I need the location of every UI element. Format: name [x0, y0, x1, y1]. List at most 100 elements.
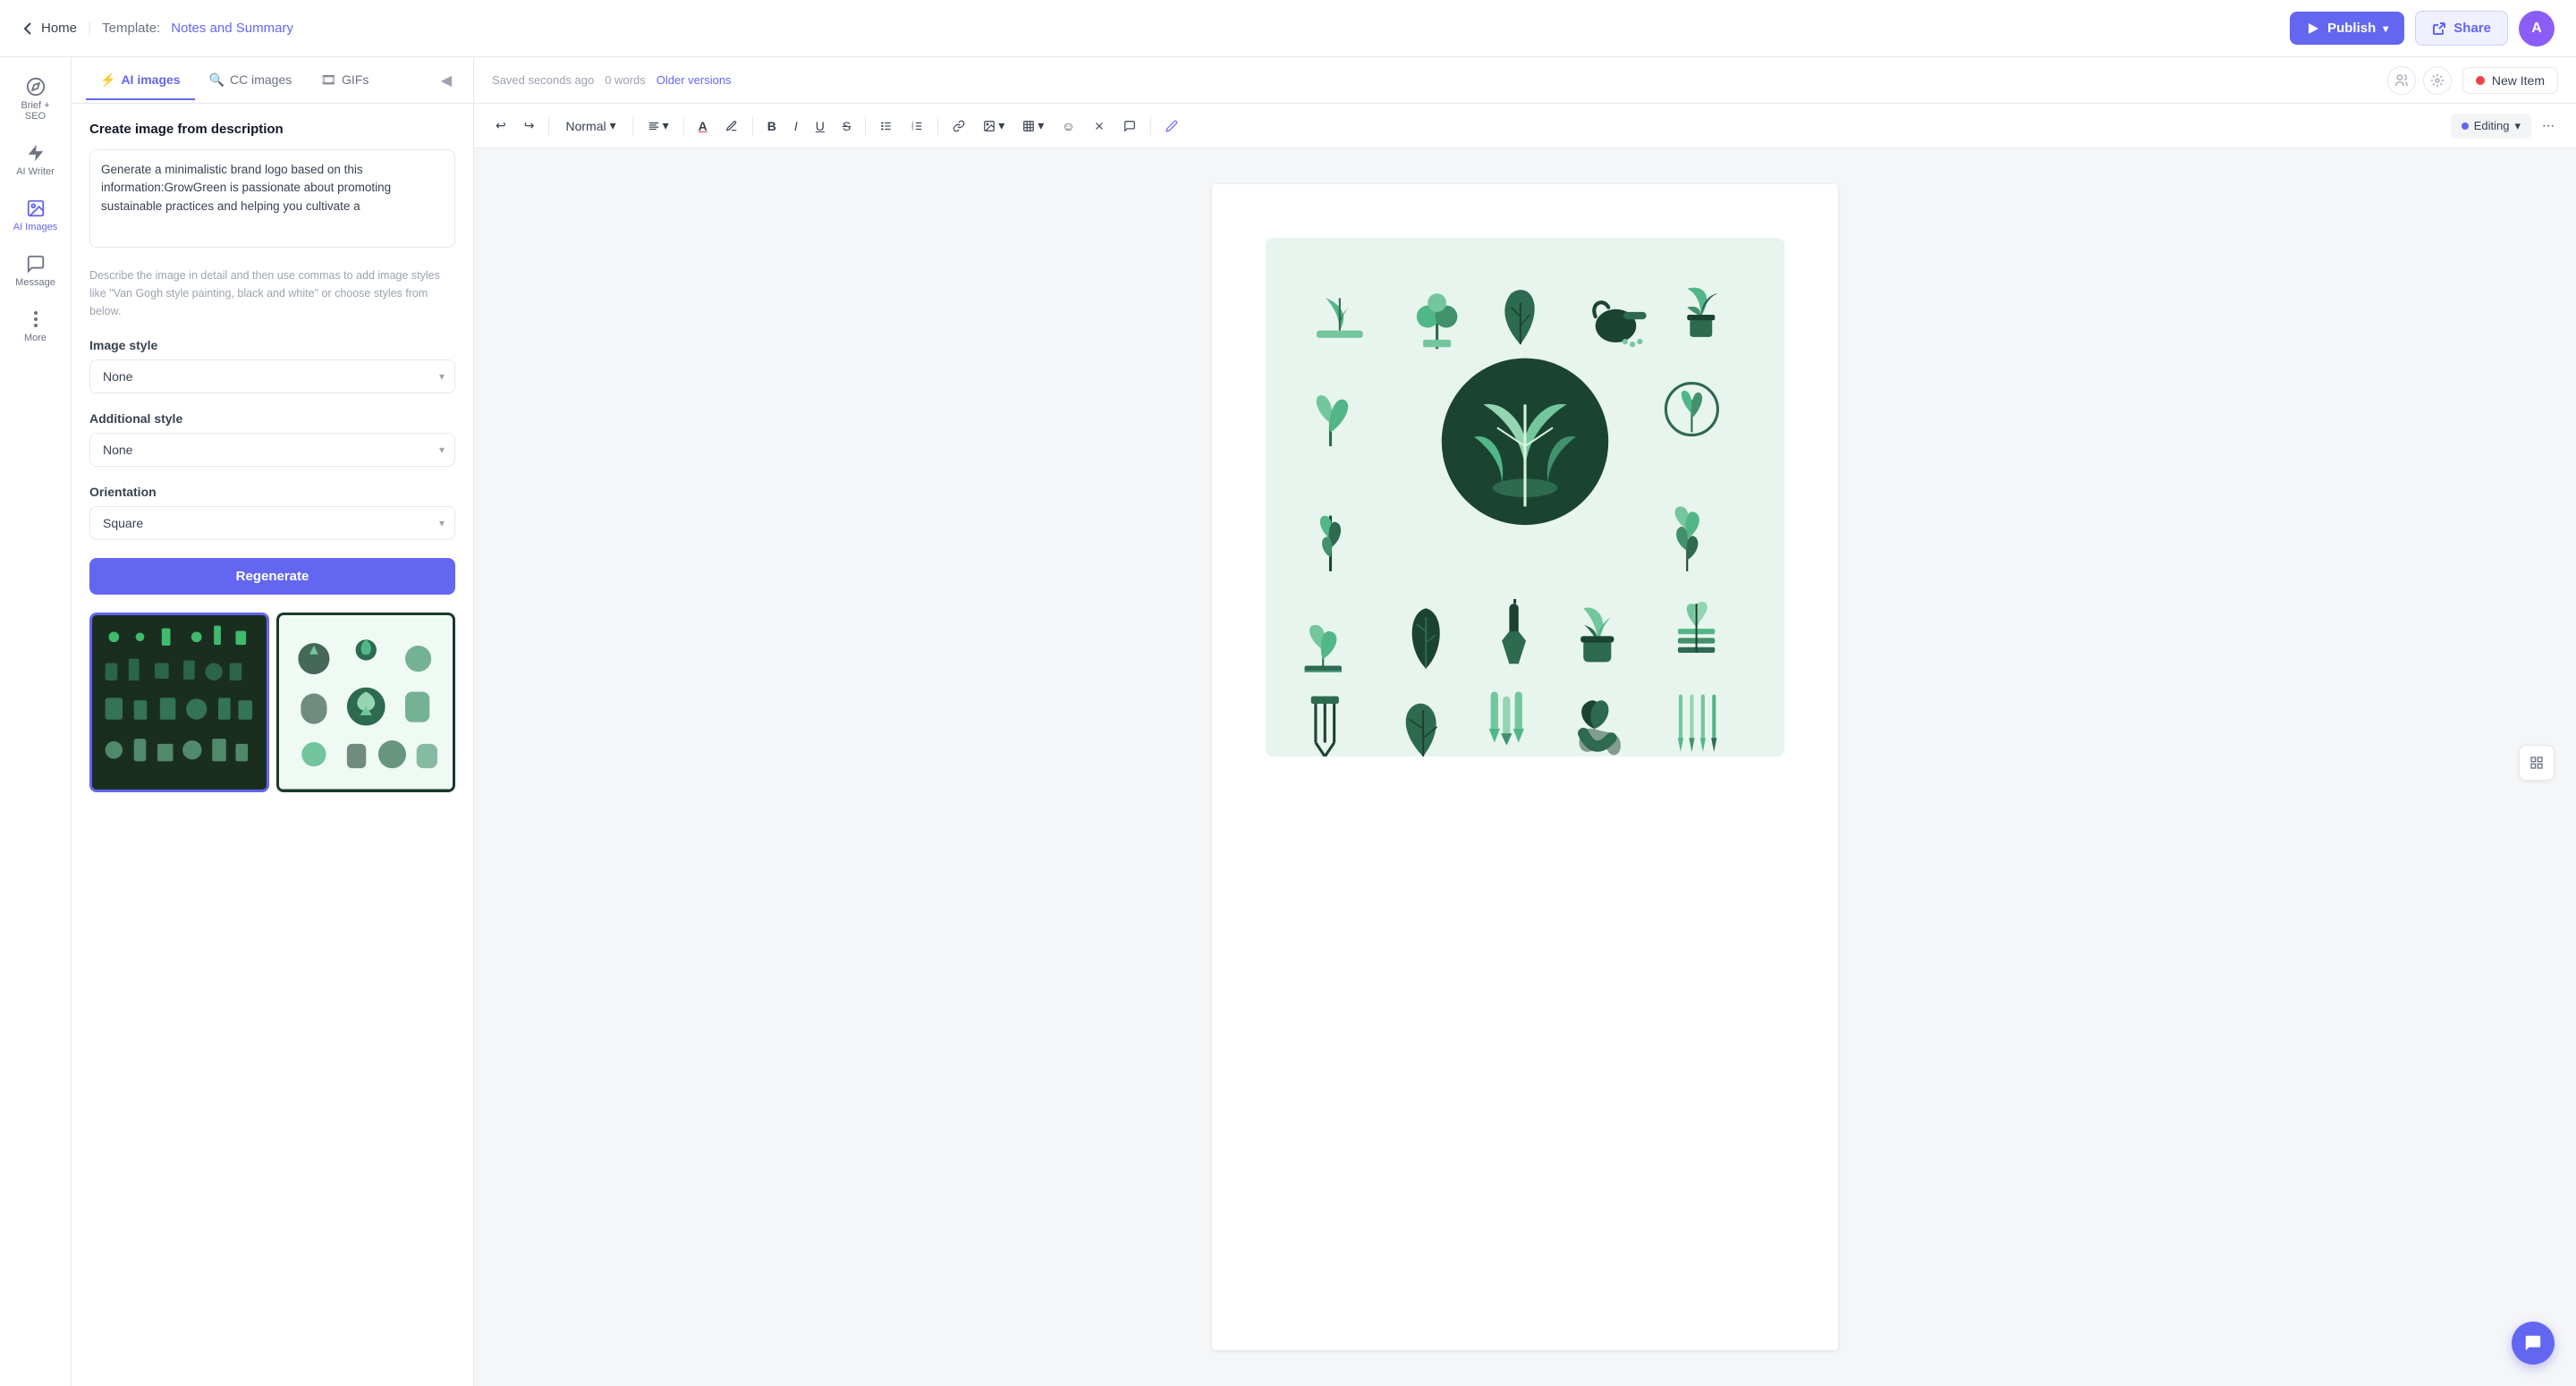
emoji-button[interactable]: ☺: [1055, 114, 1081, 139]
prompt-textarea[interactable]: [89, 149, 455, 248]
clear-format-button[interactable]: [1086, 114, 1113, 138]
underline-button[interactable]: U: [809, 114, 832, 139]
toolbar-sep-2: [632, 117, 633, 135]
content-area: Saved seconds ago 0 words Older versions: [474, 57, 2576, 1386]
sidebar-label-brief-seo: Brief + SEO: [11, 100, 61, 122]
image-thumb-2[interactable]: [276, 613, 456, 792]
collab-settings-icon[interactable]: [2423, 66, 2452, 95]
editing-mode-badge[interactable]: Editing ▾: [2451, 114, 2531, 139]
toolbar-sep-3: [683, 117, 684, 135]
template-prefix: Template:: [102, 21, 160, 36]
template-name[interactable]: Notes and Summary: [171, 21, 293, 36]
orientation-label: Orientation: [89, 485, 455, 499]
topbar: Home | Template: Notes and Summary Publi…: [0, 0, 2576, 57]
search-tab-icon: 🔍: [209, 72, 225, 88]
redo-button[interactable]: ↪: [517, 113, 542, 139]
sidebar-label-more: More: [24, 333, 47, 343]
topbar-right: Publish ▾ Share A: [2290, 11, 2555, 46]
icon-sidebar: Brief + SEO AI Writer AI Images: [0, 57, 72, 1386]
comment-button[interactable]: [1116, 114, 1143, 138]
share-label: Share: [2453, 21, 2491, 36]
table-chevron-icon: ▾: [1038, 118, 1044, 133]
regenerate-button[interactable]: Regenerate: [89, 558, 455, 595]
editor-canvas[interactable]: [474, 148, 2576, 1386]
sidebar-item-ai-images[interactable]: AI Images: [4, 190, 68, 241]
sidebar-item-message[interactable]: Message: [4, 245, 68, 297]
italic-button[interactable]: I: [787, 114, 805, 139]
tab-gifs[interactable]: 🎞 GIFs: [306, 62, 383, 100]
sidebar-label-ai-images: AI Images: [13, 222, 58, 232]
text-style-select[interactable]: Normal ▾: [556, 113, 624, 139]
film-tab-icon: 🎞: [320, 72, 336, 88]
toolbar-sep-6: [937, 117, 938, 135]
panel-collapse-button[interactable]: ◀: [434, 64, 459, 97]
svg-text:3: 3: [911, 126, 914, 131]
undo-button[interactable]: ↩: [488, 113, 513, 139]
publish-chevron-icon: ▾: [2383, 22, 2388, 35]
highlight-button[interactable]: [718, 114, 745, 138]
editing-chevron-icon: ▾: [2514, 119, 2521, 133]
toolbar-sep-5: [865, 117, 866, 135]
orientation-select[interactable]: Square Portrait Landscape: [89, 506, 455, 540]
editing-label: Editing: [2474, 119, 2510, 132]
image-chevron-icon: ▾: [998, 118, 1004, 133]
content-toolbar: Saved seconds ago 0 words Older versions: [474, 57, 2576, 104]
new-item-dot: [2476, 76, 2485, 85]
tab-ai-images-label: AI images: [121, 72, 180, 87]
tab-ai-images[interactable]: ⚡ AI images: [86, 62, 195, 100]
avatar[interactable]: A: [2519, 11, 2555, 46]
sidebar-item-brief-seo[interactable]: Brief + SEO: [4, 68, 68, 131]
add-block-button[interactable]: [2519, 745, 2555, 781]
text-style-label: Normal: [565, 119, 606, 133]
panel-content: Create image from description Describe t…: [72, 104, 473, 1386]
pencil-button[interactable]: [1158, 114, 1185, 138]
publish-label: Publish: [2327, 21, 2376, 36]
sidebar-item-more[interactable]: More: [4, 300, 68, 352]
word-count: 0 words: [605, 73, 646, 87]
sidebar-label-message: Message: [15, 277, 55, 288]
sidebar-item-ai-writer[interactable]: AI Writer: [4, 134, 68, 186]
strikethrough-button[interactable]: S: [835, 114, 858, 139]
home-label: Home: [41, 21, 77, 36]
share-button[interactable]: Share: [2415, 11, 2508, 46]
chat-bubble-button[interactable]: [2512, 1322, 2555, 1365]
link-button[interactable]: [945, 114, 972, 138]
style-chevron-icon: ▾: [610, 118, 616, 133]
generated-image[interactable]: [1266, 238, 1784, 756]
text-color-button[interactable]: A: [691, 114, 715, 139]
topbar-left: Home | Template: Notes and Summary: [21, 21, 293, 37]
chat-icon: [26, 254, 46, 274]
lightning-tab-icon: ⚡: [100, 72, 115, 88]
image-style-label: Image style: [89, 338, 455, 352]
image-insert-button[interactable]: ▾: [976, 113, 1012, 139]
older-versions-link[interactable]: Older versions: [657, 73, 732, 87]
more-dots-icon: [26, 309, 46, 329]
additional-style-select[interactable]: None Vintage Modern Minimalist: [89, 433, 455, 467]
align-button[interactable]: ▾: [640, 113, 676, 139]
bullet-list-button[interactable]: [873, 114, 900, 138]
image-style-select[interactable]: None Realistic Illustration Cartoon Abst…: [89, 359, 455, 393]
ordered-list-button[interactable]: 1 2 3: [903, 114, 930, 138]
image-style-select-wrapper: None Realistic Illustration Cartoon Abst…: [89, 359, 455, 393]
collab-icons: [2387, 66, 2452, 95]
panel-tabs: ⚡ AI images 🔍 CC images 🎞 GIFs ◀: [72, 57, 473, 104]
main-layout: Brief + SEO AI Writer AI Images: [0, 57, 2576, 1386]
tab-cc-images-label: CC images: [230, 72, 292, 87]
image-thumb-1[interactable]: [89, 613, 269, 792]
prompt-hint: Describe the image in detail and then us…: [89, 266, 455, 320]
avatar-initials: A: [2531, 21, 2542, 37]
bold-button[interactable]: B: [760, 114, 784, 139]
more-options-button[interactable]: ⋯: [2535, 113, 2562, 139]
new-item-button[interactable]: New Item: [2462, 67, 2558, 94]
table-button[interactable]: ▾: [1015, 113, 1051, 139]
lightning-icon: [26, 143, 46, 163]
home-link[interactable]: Home: [21, 21, 77, 36]
tab-gifs-label: GIFs: [342, 72, 369, 87]
new-item-label: New Item: [2492, 73, 2545, 88]
editor-toolbar: ↩ ↪ Normal ▾ ▾ A B I: [474, 104, 2576, 148]
collab-users-icon[interactable]: [2387, 66, 2416, 95]
publish-button[interactable]: Publish ▾: [2290, 12, 2404, 45]
tab-cc-images[interactable]: 🔍 CC images: [195, 62, 307, 100]
additional-style-label: Additional style: [89, 411, 455, 426]
editor-page: [1212, 184, 1838, 1350]
